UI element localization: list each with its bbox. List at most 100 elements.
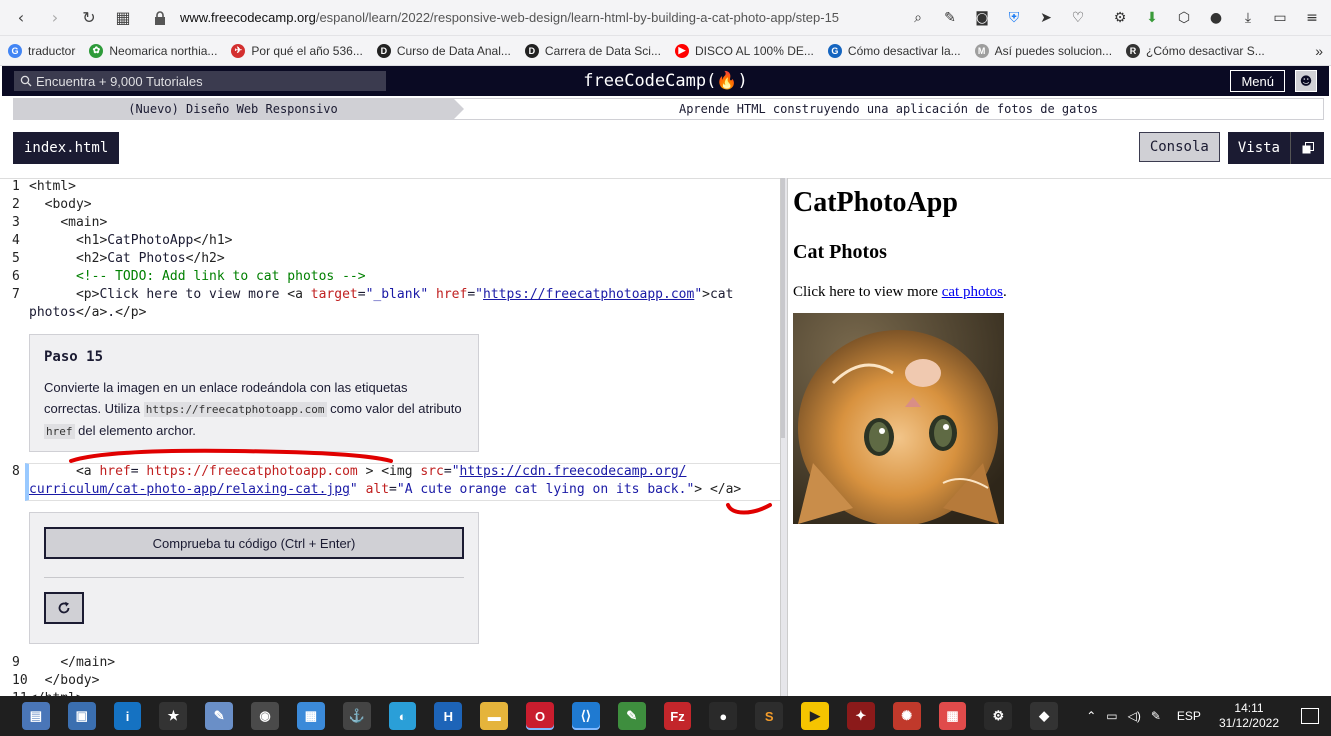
code-editor[interactable]: 1 2 3 4 5 6 7 8 9 10 11 <html> <body> <m… [0, 178, 780, 696]
workspace: 1 2 3 4 5 6 7 8 9 10 11 <html> <body> <m… [0, 178, 1331, 696]
bookmark-item[interactable]: ▶ DISCO AL 100% DE... [674, 43, 814, 58]
cat-photos-link[interactable]: cat photos [942, 284, 1003, 300]
language-indicator[interactable]: ESP [1177, 709, 1201, 723]
favorites-icon[interactable]: ★ [159, 702, 188, 730]
menu-icon[interactable]: ≡ [1303, 9, 1321, 27]
vscode-icon[interactable]: ⟨⟩ [571, 702, 600, 730]
forward-icon[interactable]: › [44, 7, 66, 29]
inline-code: href [44, 424, 75, 439]
url-path: /espanol/learn/2022/responsive-web-desig… [315, 10, 840, 25]
downloads-icon[interactable]: ⤓ [1239, 9, 1257, 27]
media-icon[interactable]: ▶ [801, 702, 829, 730]
code-line[interactable]: </main> [29, 655, 115, 670]
popout-preview-button[interactable] [1290, 132, 1324, 164]
bookmark-item[interactable]: G Cómo desactivar la... [827, 43, 961, 58]
folder-icon[interactable]: ▬ [480, 702, 509, 730]
game-icon[interactable]: ✦ [846, 702, 875, 730]
h-app-icon[interactable]: H [434, 702, 463, 730]
bookmark-item[interactable]: R ¿Cómo desactivar S... [1126, 43, 1265, 58]
heart-icon[interactable]: ♡ [1069, 9, 1087, 27]
bookmark-item[interactable]: D Curso de Data Anal... [376, 43, 511, 58]
profile-icon[interactable]: ● [1207, 9, 1225, 27]
code-line[interactable]: </body> [29, 673, 100, 688]
volume-icon[interactable]: ◁) [1128, 709, 1141, 723]
git-icon[interactable]: ◆ [1030, 702, 1059, 730]
settings-icon[interactable]: ⚙ [984, 702, 1013, 730]
app-icon[interactable]: ◐ [388, 702, 417, 730]
code-line-editable[interactable]: <a href= https://freecatphotoapp.com > <… [29, 464, 687, 479]
battery-icon[interactable]: ▭ [1106, 709, 1117, 723]
paint-icon[interactable]: ✎ [205, 702, 234, 730]
paint-app-icon[interactable]: ✺ [892, 702, 921, 730]
opera-icon[interactable]: O [526, 702, 554, 730]
reset-button[interactable] [44, 592, 84, 624]
pane-divider[interactable] [780, 178, 788, 696]
bookmark-item[interactable]: Gtraductor [8, 43, 75, 58]
code-line[interactable]: <p>Click here to view more <a target="_b… [29, 287, 734, 302]
bookmarks-more-icon[interactable]: » [1315, 43, 1323, 59]
bookmark-label: Cómo desactivar la... [847, 43, 961, 58]
notepad-icon[interactable]: ✎ [617, 702, 646, 730]
bookmark-label: ¿Cómo desactivar S... [1146, 43, 1265, 58]
step-text: del elemento archor. [78, 423, 196, 438]
bookmark-item[interactable]: ✈ Por qué el año 536... [231, 43, 363, 58]
battery-icon[interactable]: ▭ [1271, 9, 1289, 27]
back-icon[interactable]: ‹ [10, 7, 32, 29]
reload-icon[interactable]: ↻ [78, 7, 100, 29]
cube-icon[interactable]: ⬡ [1175, 9, 1193, 27]
notifications-icon[interactable] [1301, 708, 1319, 724]
line-number: 5 [12, 251, 20, 266]
tool-icon[interactable]: ⚓ [342, 702, 371, 730]
clock[interactable]: 14:11 31/12/2022 [1219, 701, 1279, 731]
avatar[interactable]: ☻ [1295, 70, 1317, 92]
mongodb-icon[interactable]: ● [709, 702, 738, 730]
fcc-logo[interactable]: freeCodeCamp(🔥) [583, 71, 747, 91]
bookmark-item[interactable]: ✿ Neomarica northia... [89, 43, 217, 58]
camera-app-icon[interactable]: ◉ [251, 702, 279, 730]
console-button[interactable]: Consola [1138, 132, 1220, 162]
code-line[interactable]: <!-- TODO: Add link to cat photos --> [29, 269, 366, 284]
app-icon[interactable]: ▣ [67, 702, 96, 730]
bookmark-favicon-icon: ✈ [231, 43, 246, 58]
search-input[interactable]: Encuentra + 9,000 Tutoriales [14, 71, 386, 91]
sublime-icon[interactable]: S [755, 702, 784, 730]
breadcrumb-project[interactable]: Aprende HTML construyendo una aplicación… [453, 98, 1324, 120]
file-manager-icon[interactable]: ▤ [22, 702, 50, 730]
intel-icon[interactable]: i [113, 702, 142, 730]
shield-icon[interactable]: ⛨ [1005, 9, 1023, 27]
code-line[interactable]: <main> [29, 215, 107, 230]
code-line[interactable]: <html> [29, 179, 76, 194]
settings-icon[interactable]: ⚙ [1111, 9, 1129, 27]
camera-icon[interactable]: ◙ [973, 9, 991, 27]
line-number: 4 [12, 233, 20, 248]
chevron-up-icon[interactable]: ⌃ [1086, 709, 1096, 723]
code-line-editable[interactable]: curriculum/cat-photo-app/relaxing-cat.jp… [29, 482, 741, 497]
speed-dial-icon[interactable]: ▦ [112, 7, 134, 29]
edit-icon[interactable]: ✎ [941, 9, 959, 27]
code-line[interactable]: <body> [29, 197, 92, 212]
inline-code: https://freecatphotoapp.com [143, 402, 327, 417]
code-line[interactable]: <h2>Cat Photos</h2> [29, 251, 225, 266]
send-icon[interactable]: ➤ [1037, 9, 1055, 27]
paragraph-text: . [1002, 284, 1007, 300]
code-line[interactable]: photos</a>.</p> [29, 305, 146, 320]
code-line[interactable]: <h1>CatPhotoApp</h1> [29, 233, 233, 248]
pen-icon[interactable]: ✎ [1151, 709, 1161, 723]
scrollbar-thumb[interactable] [781, 178, 785, 438]
bookmark-label: DISCO AL 100% DE... [694, 43, 814, 58]
search-icon[interactable]: ⌕ [909, 9, 927, 27]
calculator-icon[interactable]: ▦ [296, 702, 325, 730]
palette-icon[interactable]: ▦ [938, 702, 967, 730]
breadcrumb-course[interactable]: (Nuevo) Diseño Web Responsivo [13, 98, 464, 120]
filezilla-icon[interactable]: Fz [663, 702, 692, 730]
bookmark-item[interactable]: M Así puedes solucion... [974, 43, 1112, 58]
address-bar[interactable]: www.freecodecamp.org/espanol/learn/2022/… [146, 4, 909, 32]
check-code-button[interactable]: Comprueba tu código (Ctrl + Enter) [44, 527, 464, 559]
bookmark-item[interactable]: D Carrera de Data Sci... [524, 43, 661, 58]
tab-index-html[interactable]: index.html [13, 132, 120, 164]
download-extension-icon[interactable]: ⬇ [1143, 9, 1161, 27]
bookmark-label: Curso de Data Anal... [396, 43, 511, 58]
menu-button[interactable]: Menú [1230, 70, 1285, 92]
cat-image[interactable] [793, 313, 1004, 526]
preview-button[interactable]: Vista [1227, 132, 1290, 164]
